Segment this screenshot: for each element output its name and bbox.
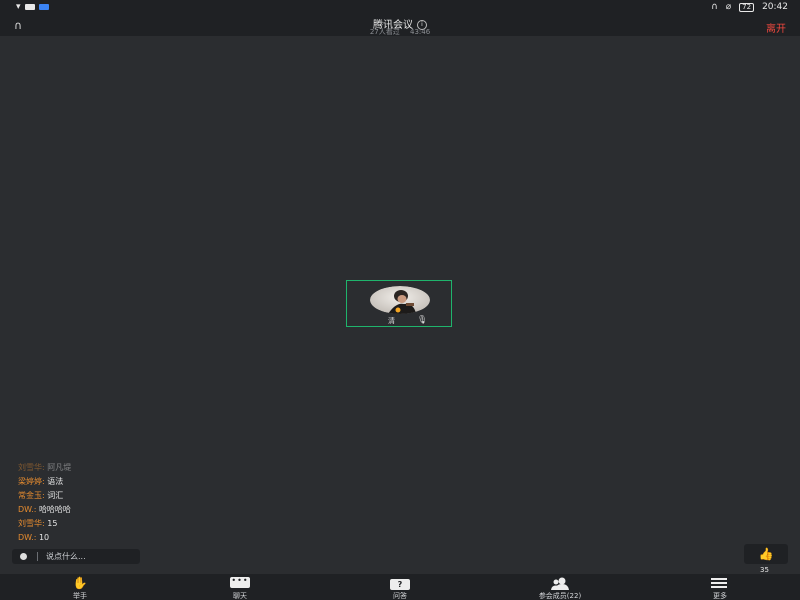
chat-message: DW.: 10	[18, 531, 71, 545]
status-left: ▾	[0, 2, 49, 12]
avatar	[370, 286, 430, 314]
raise-hand-button[interactable]: ✋ 举手	[40, 574, 120, 600]
raise-hand-icon: ✋	[72, 576, 88, 590]
meeting-subtitle: 27人看过 43:46	[0, 27, 800, 37]
leave-button[interactable]: 离开	[766, 20, 786, 35]
chat-sender: 刘雪华:	[18, 463, 45, 472]
headset-status-icon: ∩	[711, 2, 718, 12]
chat-message: 刘雪华: 阿凡堤	[18, 461, 71, 475]
chat-text: 10	[38, 533, 50, 542]
emoji-icon[interactable]	[20, 553, 27, 560]
chat-sender: 常金玉:	[18, 491, 45, 500]
toolbar-label: 问答	[393, 592, 407, 600]
chat-button[interactable]: 聊天	[200, 574, 280, 600]
chat-sender: 刘雪华:	[18, 519, 45, 528]
more-button[interactable]: 更多	[680, 574, 760, 600]
chat-text: 哈哈哈哈	[38, 505, 71, 514]
chat-text: 词汇	[47, 491, 64, 500]
chat-message: 梁婷婷: 语法	[18, 475, 71, 489]
toolbar-label: 聊天	[233, 592, 247, 600]
chat-icon	[200, 574, 280, 590]
meeting-duration: 43:46	[409, 28, 431, 36]
chat-message: DW.: 哈哈哈哈	[18, 503, 71, 517]
chat-message: 常金玉: 词汇	[18, 489, 71, 503]
chat-sender: DW.:	[18, 533, 37, 542]
meeting-header: ∩ 腾讯会议 i 27人看过 43:46 离开	[0, 14, 800, 36]
microphone-icon: 🎙	[417, 315, 428, 324]
alarm-icon: ⌀	[725, 2, 732, 12]
input-divider	[37, 552, 38, 561]
chat-text: 语法	[47, 477, 64, 486]
members-icon	[520, 577, 600, 590]
qa-button[interactable]: ? 问答	[360, 574, 440, 600]
chat-input[interactable]: 说点什么...	[12, 549, 140, 564]
more-icon	[680, 577, 760, 590]
participant-name: 清	[388, 317, 395, 325]
toolbar-label: 更多	[713, 592, 727, 600]
notification-icon	[24, 4, 35, 10]
chat-text: 阿凡堤	[47, 463, 72, 472]
chat-input-placeholder: 说点什么...	[46, 552, 86, 561]
status-bar: ▾ ∩ ⌀ 72 20:42	[0, 0, 800, 14]
battery-icon: 72	[739, 2, 755, 12]
thumbs-up-icon: 👍	[758, 547, 774, 561]
status-right: ∩ ⌀ 72 20:42	[711, 2, 800, 12]
speaker-video-tile[interactable]: 清 🎙	[346, 280, 452, 327]
bottom-toolbar: ✋ 举手 聊天 ? 问答 参会成员(22)	[0, 574, 800, 600]
meeting-screen: ▾ ∩ ⌀ 72 20:42 ∩ 腾讯会议 i 27人看过 43:46 离开 清…	[0, 0, 800, 600]
toolbar-label: 举手	[73, 592, 87, 600]
signal-icon: ▾	[16, 2, 21, 12]
chat-sender: 梁婷婷:	[18, 477, 45, 486]
like-count: 35	[760, 566, 769, 574]
chat-message: 刘雪华: 15	[18, 517, 71, 531]
members-button[interactable]: 参会成员(22)	[520, 574, 600, 600]
chat-sender: DW.:	[18, 505, 37, 514]
clock: 20:42	[762, 2, 788, 12]
toolbar-label: 参会成员(22)	[538, 592, 582, 600]
viewers-count: 27人看过	[369, 28, 400, 36]
qa-icon: ?	[360, 577, 440, 590]
chat-overlay: 刘雪华: 阿凡堤 梁婷婷: 语法 常金玉: 词汇 DW.: 哈哈哈哈 刘雪华: …	[18, 461, 71, 545]
like-button[interactable]: 👍	[744, 544, 788, 564]
app-notification-icon	[38, 4, 49, 10]
chat-text: 15	[47, 519, 58, 528]
